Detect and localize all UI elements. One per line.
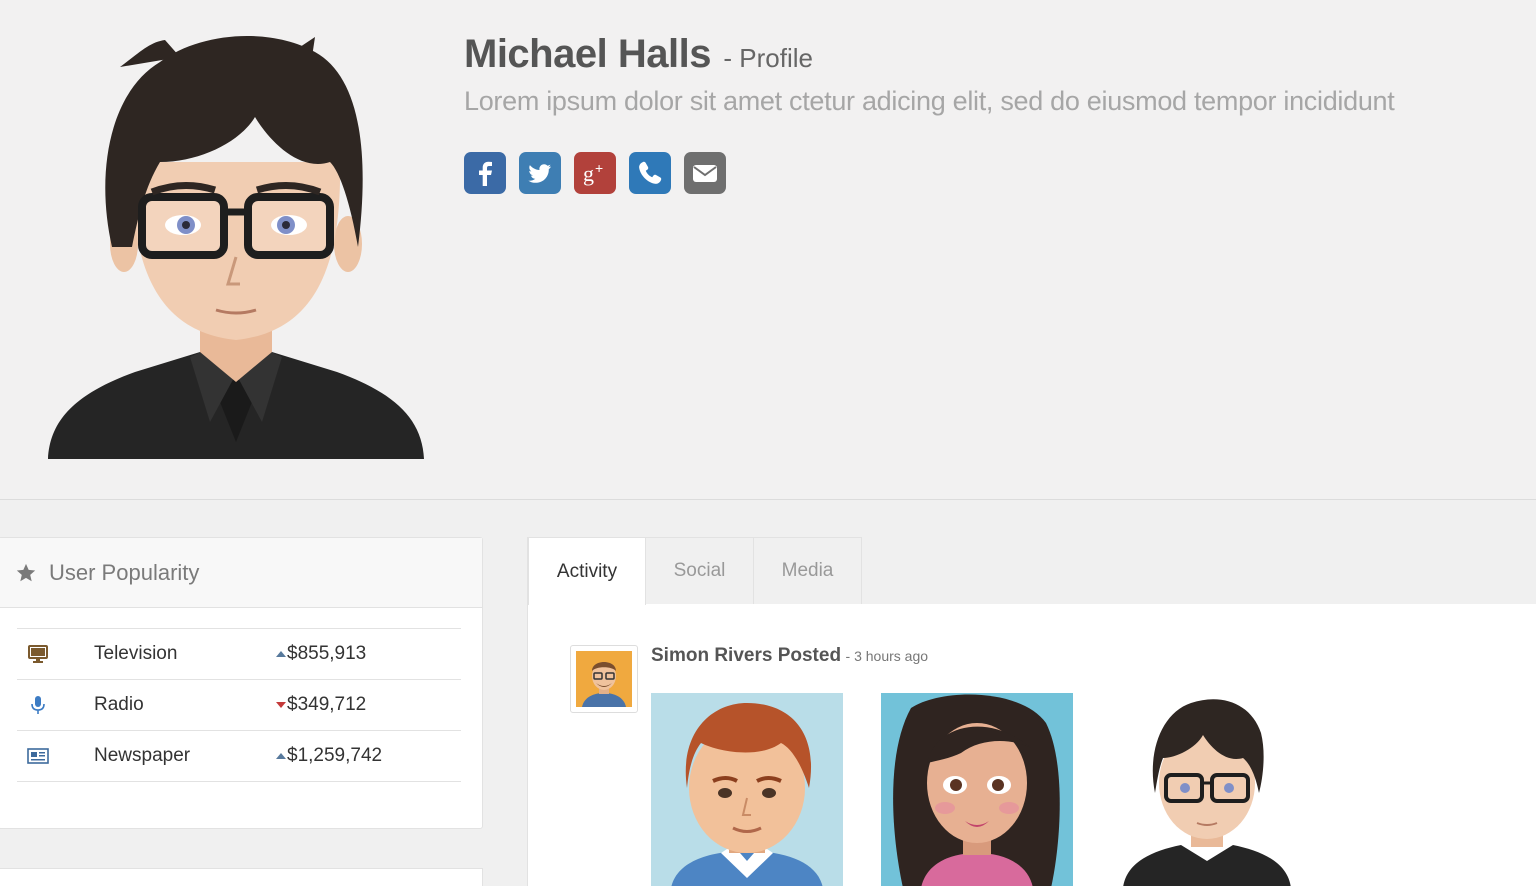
facebook-button[interactable] xyxy=(464,152,506,194)
row-label: Radio xyxy=(94,694,144,715)
gallery-image[interactable] xyxy=(881,693,1073,886)
row-value-text: $855,913 xyxy=(287,643,367,664)
tab-social[interactable]: Social xyxy=(645,537,754,604)
trend-up-icon xyxy=(276,753,286,759)
phone-icon xyxy=(639,161,662,184)
row-value: $349,712 xyxy=(276,694,366,716)
google-plus-icon: g + xyxy=(583,160,603,186)
row-value: $855,913 xyxy=(276,643,366,665)
profile-avatar-image xyxy=(1111,693,1303,886)
panel-title: User Popularity xyxy=(49,559,200,585)
gallery-image[interactable] xyxy=(1111,693,1303,886)
author-avatar-image xyxy=(576,651,632,707)
email-button[interactable] xyxy=(684,152,726,194)
profile-tagline: Lorem ipsum dolor sit amet ctetur adicin… xyxy=(464,86,1395,116)
post-time: - 3 hours ago xyxy=(845,648,929,664)
profile-avatar xyxy=(48,35,424,459)
microphone-icon xyxy=(31,696,45,714)
profile-header: Michael Halls - Profile Lorem ipsum dolo… xyxy=(0,0,1536,500)
svg-text:g: g xyxy=(583,161,594,186)
panel-heading: User Popularity xyxy=(0,538,482,608)
profile-name-suffix: - Profile xyxy=(723,43,813,73)
trend-up-icon xyxy=(276,651,286,657)
google-plus-button[interactable]: g + xyxy=(574,152,616,194)
table-row: Radio $349,712 xyxy=(17,680,461,731)
social-links: g + xyxy=(464,152,726,194)
twitter-icon xyxy=(528,164,551,183)
popularity-table: Television $855,913 Radio $349,712 Newsp… xyxy=(17,628,461,782)
email-icon xyxy=(693,165,717,182)
tab-bar: Activity Social Media xyxy=(528,537,1536,605)
row-label: Newspaper xyxy=(94,745,191,766)
row-value: $1,259,742 xyxy=(276,745,382,767)
phone-button[interactable] xyxy=(629,152,671,194)
tab-activity[interactable]: Activity xyxy=(528,537,646,605)
male-avatar-image xyxy=(651,693,843,886)
trend-down-icon xyxy=(276,702,286,708)
tab-media[interactable]: Media xyxy=(753,537,862,604)
table-row: Television $855,913 xyxy=(17,629,461,680)
post-author[interactable]: Simon Rivers Posted xyxy=(651,645,841,666)
profile-title: Michael Halls - Profile xyxy=(464,32,813,77)
row-value-text: $1,259,742 xyxy=(287,745,383,766)
row-label: Television xyxy=(94,643,178,664)
star-icon xyxy=(16,563,36,581)
svg-text:+: + xyxy=(595,160,603,176)
profile-name: Michael Halls xyxy=(464,32,711,76)
row-value-text: $349,712 xyxy=(287,694,367,715)
post-heading: Simon Rivers Posted - 3 hours ago xyxy=(651,645,928,667)
author-avatar[interactable] xyxy=(570,645,638,713)
secondary-panel xyxy=(0,868,483,886)
activity-panel: Activity Social Media Simon Rivers Poste… xyxy=(527,537,1536,886)
twitter-button[interactable] xyxy=(519,152,561,194)
table-row: Newspaper $1,259,742 xyxy=(17,731,461,782)
gallery-image[interactable] xyxy=(651,693,843,886)
user-popularity-panel: User Popularity Television $855,913 Radi… xyxy=(0,537,483,829)
television-icon xyxy=(28,645,48,663)
female-avatar-image xyxy=(881,693,1073,886)
facebook-icon xyxy=(479,161,492,186)
newspaper-icon xyxy=(27,748,49,764)
